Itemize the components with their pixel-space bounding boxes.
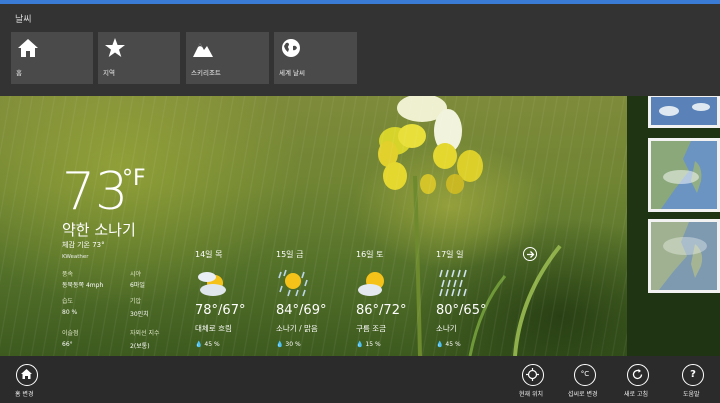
detail-label: 이슬점 [62,330,79,337]
detail-label: 기압 [130,298,142,305]
refresh-label: 새로 고침 [624,391,648,398]
change-home-button[interactable] [16,364,38,386]
map-image [651,141,717,209]
current-condition: 약한 소나기 [62,221,136,239]
partly-cloudy-icon [198,272,226,296]
crosshair-icon [526,368,539,381]
forecast-temperature: 84°/69° [276,303,327,318]
raindrop-icon: 💧 [356,341,364,348]
forecast-precipitation: 💧 45 % [436,341,461,348]
help-icon: ? [690,369,696,380]
map-thumbnail[interactable] [648,219,720,293]
map-image [651,222,717,290]
precipitation-value: 30 % [285,341,301,348]
precipitation-value: 45 % [445,341,461,348]
change-home-label: 홈 변경 [15,391,34,398]
nav-tile-world-weather[interactable]: 세계 날씨 [274,32,357,84]
raindrop-icon: 💧 [436,341,444,348]
mountain-icon [193,43,213,57]
forecast-condition: 소나기 [436,324,457,333]
current-location-label: 현재 위치 [519,391,543,398]
nav-tile-label: 홈 [16,69,22,77]
forecast-precipitation: 💧 45 % [195,341,220,348]
globe-icon [282,39,300,57]
forecast-precipitation: 💧 30 % [276,341,301,348]
detail-value: 6마일 [130,282,145,289]
temperature-unit: °F [122,166,146,191]
forecast-date: 17일 일 [436,250,464,259]
refresh-icon [632,369,643,380]
forecast-temperature: 86°/72° [356,303,407,318]
detail-label: 자외선 지수 [130,330,160,337]
nav-tile-places[interactable]: 지역 [98,32,180,84]
precipitation-value: 15 % [365,341,381,348]
nav-tile-label: 세계 날씨 [279,69,305,77]
detail-value: 66° [62,341,73,348]
refresh-button[interactable] [627,364,649,386]
star-icon [105,38,125,57]
arrow-right-icon [526,250,534,258]
detail-value: 80 % [62,309,78,316]
forecast-condition: 소나기 / 맑음 [276,324,318,333]
change-unit-label: 섭씨로 변경 [568,391,598,398]
detail-value: 30인치 [130,311,149,318]
raindrop-icon: 💧 [276,341,284,348]
detail-value: 2(보통) [130,343,150,350]
detail-label: 풍속 [62,271,74,278]
detail-value: 동북동쪽 4mph [62,282,104,289]
nav-bar: 날씨 홈 지역 스키리조트 세계 날씨 [0,4,720,96]
raindrop-icon: 💧 [195,341,203,348]
nav-tile-home[interactable]: 홈 [11,32,93,84]
map-thumbnail[interactable] [648,96,720,128]
forecast-condition: 구름 조금 [356,324,386,333]
precipitation-value: 45 % [204,341,220,348]
forecast-date: 15일 금 [276,250,304,259]
change-unit-button[interactable]: °C [574,364,596,386]
nav-tile-label: 스키리조트 [191,69,221,77]
forecast-precipitation: 💧 15 % [356,341,381,348]
current-location-button[interactable] [522,364,544,386]
help-label: 도움말 [683,391,700,398]
sun-shower-icon [278,269,308,297]
forecast-date: 14일 목 [195,250,223,259]
home-icon [21,369,32,379]
map-image [651,97,717,125]
mostly-sunny-icon [358,272,384,296]
forecast-date: 16일 토 [356,250,384,259]
current-temperature: 73 [62,162,129,222]
celsius-icon: °C [580,370,590,378]
help-button[interactable]: ? [682,364,704,386]
map-thumbnail[interactable] [648,138,720,212]
home-icon [18,39,38,57]
forecast-condition: 대체로 흐림 [195,324,232,333]
weather-panorama: 73 °F 약한 소나기 체감 기온 73° KWeather 풍속 동북동쪽 … [0,96,720,356]
data-provider: KWeather [62,254,89,260]
detail-label: 시야 [130,271,142,278]
forecast-temperature: 78°/67° [195,303,246,318]
app-title: 날씨 [15,15,32,25]
rain-icon [439,269,467,297]
forecast-temperature: 80°/65° [436,303,487,318]
nav-tile-ski-resorts[interactable]: 스키리조트 [186,32,269,84]
detail-label: 습도 [62,298,74,305]
feels-like: 체감 기온 73° [62,241,105,249]
next-days-button[interactable] [523,247,537,261]
app-bar: 홈 변경 현재 위치 °C 섭씨로 변경 새로 고침 ? 도움말 [0,356,720,403]
nav-tile-label: 지역 [103,69,115,77]
